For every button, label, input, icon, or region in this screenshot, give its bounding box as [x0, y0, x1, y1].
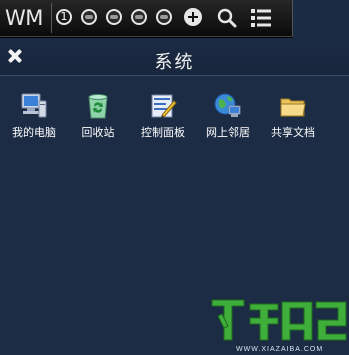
desktop-icon-grid: 我的电脑 回收站 控制面板 网上邻居 共享文档: [0, 91, 349, 151]
control-panel-item[interactable]: 控制面板: [133, 91, 193, 147]
recycle-bin-icon: [88, 94, 108, 119]
menu-list-icon[interactable]: [251, 9, 272, 27]
icon-label: 控制面板: [141, 126, 185, 139]
wm-taskbar: WM 1: [0, 0, 293, 37]
icon-label: 回收站: [81, 126, 115, 139]
network-neighborhood-item[interactable]: 网上邻居: [198, 91, 258, 147]
shared-documents-item[interactable]: 共享文档: [263, 91, 323, 147]
computer-icon: [21, 93, 47, 118]
my-computer-item[interactable]: 我的电脑: [4, 91, 64, 147]
taskbar-divider: [51, 3, 52, 33]
search-icon[interactable]: [216, 7, 238, 29]
recycle-bin-item[interactable]: 回收站: [68, 91, 128, 147]
watermark-url: WWW.XIAZAIBA.COM: [236, 346, 324, 353]
icon-label: 我的电脑: [12, 126, 56, 139]
add-workspace-icon[interactable]: [184, 8, 202, 26]
wm-logo[interactable]: WM: [5, 6, 43, 30]
workspace-3-button[interactable]: [106, 9, 122, 25]
icon-label: 网上邻居: [206, 126, 250, 139]
window-header: 系统: [0, 43, 349, 76]
workspace-number: 1: [60, 10, 68, 23]
window-title: 系统: [154, 52, 195, 73]
icon-label: 共享文档: [271, 126, 315, 139]
control-panel-icon: [151, 94, 177, 118]
workspace-4-button[interactable]: [131, 9, 147, 25]
workspace-2-button[interactable]: [81, 9, 97, 25]
workspace-1-button[interactable]: 1: [56, 9, 72, 25]
folder-icon: [280, 98, 306, 117]
workspace-5-button[interactable]: [156, 9, 172, 25]
network-icon: [214, 93, 241, 117]
